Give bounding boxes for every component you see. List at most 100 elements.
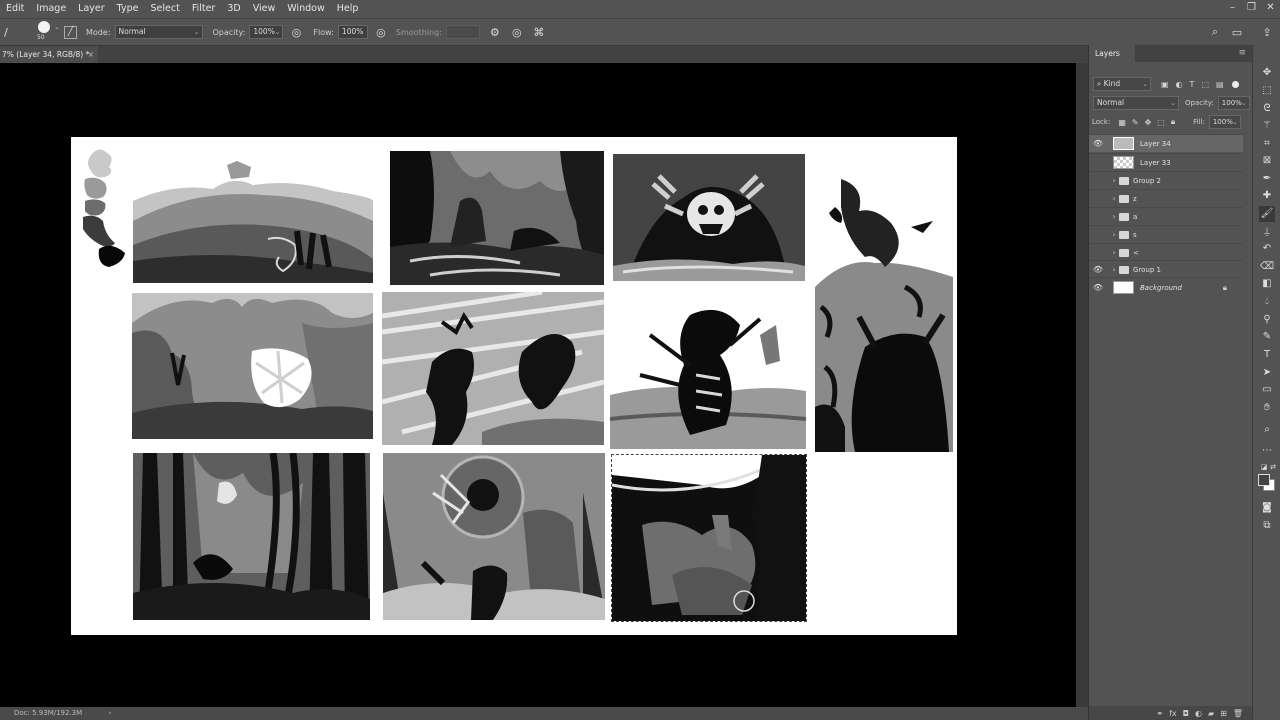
more-tools-icon[interactable]: ⋯ bbox=[1259, 443, 1275, 459]
visibility-toggle[interactable] bbox=[1089, 244, 1107, 262]
new-layer-icon[interactable]: ⊞ bbox=[1220, 709, 1227, 718]
lock-transparent-icon[interactable]: ▦ bbox=[1118, 118, 1126, 127]
menu-help[interactable]: Help bbox=[331, 0, 365, 18]
chevron-right-icon[interactable]: › bbox=[1109, 212, 1119, 221]
chevron-right-icon[interactable]: › bbox=[1109, 176, 1119, 185]
pixel-filter-icon[interactable]: ▣ bbox=[1161, 80, 1169, 89]
brush-preset-icon[interactable]: / bbox=[0, 23, 12, 41]
workspace-icon[interactable]: ▭ bbox=[1228, 23, 1246, 41]
pressure-size-icon[interactable]: ◎ bbox=[508, 23, 526, 41]
eye-icon[interactable]: 👁︎ bbox=[1089, 283, 1107, 292]
layer-row[interactable]: Layer 33 bbox=[1089, 153, 1243, 171]
eye-icon[interactable]: 👁︎ bbox=[1089, 139, 1107, 148]
history-brush-icon[interactable]: ↶ bbox=[1259, 241, 1275, 257]
lock-artboard-icon[interactable]: ⬚ bbox=[1157, 118, 1165, 127]
background-layer-row[interactable]: 👁︎ Background 🔒︎ bbox=[1089, 277, 1243, 297]
fill-field[interactable]: 100% ⌄ bbox=[1208, 115, 1241, 129]
chevron-right-icon[interactable]: › bbox=[1109, 265, 1119, 274]
smart-object-filter-icon[interactable]: ▤ bbox=[1216, 80, 1224, 89]
group-row[interactable]: › < bbox=[1089, 243, 1243, 261]
menu-select[interactable]: Select bbox=[145, 0, 186, 18]
adjustment-layer-icon[interactable]: ◐ bbox=[1195, 709, 1202, 718]
trash-icon[interactable]: 🗑︎ bbox=[1233, 709, 1243, 718]
brush-size-picker[interactable]: 50 ⌄ bbox=[32, 19, 62, 45]
group-row[interactable]: › z bbox=[1089, 189, 1243, 207]
magic-wand-icon[interactable]: ⚚ bbox=[1259, 118, 1275, 134]
visibility-toggle[interactable] bbox=[1089, 226, 1107, 244]
vertical-scrollbar[interactable] bbox=[1076, 63, 1088, 707]
airbrush-icon[interactable]: ◎ bbox=[372, 23, 390, 41]
visibility-toggle[interactable] bbox=[1089, 208, 1107, 226]
close-tab-icon[interactable]: × bbox=[88, 46, 94, 63]
menu-view[interactable]: View bbox=[247, 0, 282, 18]
visibility-toggle[interactable] bbox=[1089, 154, 1107, 172]
quick-mask-icon[interactable]: ◙ bbox=[1259, 500, 1275, 516]
document-tab[interactable]: 7% (Layer 34, RGB/8) * × bbox=[0, 46, 98, 64]
type-filter-icon[interactable]: T bbox=[1190, 80, 1195, 89]
new-group-icon[interactable]: ▰ bbox=[1208, 709, 1214, 718]
marquee-tool-icon[interactable]: ⬚ bbox=[1259, 83, 1275, 99]
layer-style-icon[interactable]: fx bbox=[1169, 709, 1177, 718]
brush-settings-panel-icon[interactable]: ╱ bbox=[64, 25, 77, 39]
add-mask-icon[interactable]: ◘ bbox=[1183, 709, 1189, 718]
swap-colors-icon[interactable]: ⇄ bbox=[1265, 459, 1280, 475]
hand-tool-icon[interactable]: ✋︎ bbox=[1259, 400, 1275, 416]
share-icon[interactable]: ⇪ bbox=[1258, 23, 1276, 41]
lock-position-icon[interactable]: ✥ bbox=[1145, 118, 1152, 127]
clone-stamp-icon[interactable]: ⍊ bbox=[1259, 224, 1275, 240]
crop-tool-icon[interactable]: ⌗ bbox=[1259, 136, 1275, 152]
foreground-color-icon[interactable] bbox=[1258, 474, 1270, 486]
adjustment-filter-icon[interactable]: ◐ bbox=[1176, 80, 1183, 89]
menu-type[interactable]: Type bbox=[111, 0, 145, 18]
eraser-icon[interactable]: ⌫ bbox=[1259, 259, 1275, 275]
group-row[interactable]: › s bbox=[1089, 225, 1243, 243]
link-layers-icon[interactable]: ⚭ bbox=[1156, 709, 1163, 718]
move-tool-icon[interactable]: ✥ bbox=[1259, 65, 1275, 81]
minimize-icon[interactable]: – bbox=[1223, 0, 1242, 18]
blur-tool-icon[interactable]: 💧︎ bbox=[1259, 294, 1275, 310]
group-row[interactable]: 👁︎ › Group 1 bbox=[1089, 260, 1243, 278]
menu-window[interactable]: Window bbox=[281, 0, 330, 18]
flow-field[interactable]: 100% ⌄ bbox=[337, 25, 368, 39]
opacity-field[interactable]: 100% ⌄ bbox=[249, 25, 284, 39]
blend-mode-dropdown[interactable]: Normal ⌄ bbox=[1093, 96, 1179, 110]
restore-icon[interactable]: ❐ bbox=[1242, 0, 1261, 18]
canvas[interactable] bbox=[71, 137, 957, 635]
lock-image-icon[interactable]: ✎ bbox=[1132, 118, 1139, 127]
visibility-toggle[interactable] bbox=[1089, 172, 1107, 190]
lasso-tool-icon[interactable]: ᘓ bbox=[1259, 101, 1275, 117]
chevron-right-icon[interactable]: › bbox=[1109, 194, 1119, 203]
eyedropper-icon[interactable]: ✒ bbox=[1259, 171, 1275, 187]
type-tool-icon[interactable]: T bbox=[1259, 347, 1275, 363]
screen-mode-icon[interactable]: ⧉ bbox=[1259, 518, 1275, 534]
status-menu-arrow-icon[interactable]: › bbox=[108, 709, 111, 717]
pressure-opacity-icon[interactable]: ◎ bbox=[287, 23, 305, 41]
brush-tool-icon[interactable]: 🖌︎ bbox=[1259, 206, 1275, 222]
panel-menu-icon[interactable]: ≡ bbox=[1238, 48, 1246, 58]
layers-tab[interactable]: Layers bbox=[1089, 45, 1135, 62]
group-row[interactable]: › Group 2 bbox=[1089, 171, 1243, 189]
gradient-tool-icon[interactable]: ◧ bbox=[1259, 276, 1275, 292]
healing-brush-icon[interactable]: ✚ bbox=[1259, 188, 1275, 204]
menu-edit[interactable]: Edit bbox=[0, 0, 30, 18]
menu-filter[interactable]: Filter bbox=[186, 0, 222, 18]
mode-dropdown[interactable]: Normal ⌄ bbox=[114, 25, 203, 39]
lock-all-icon[interactable]: 🔒︎ bbox=[1171, 117, 1175, 127]
frame-tool-icon[interactable]: ⊠ bbox=[1259, 153, 1275, 169]
chevron-right-icon[interactable]: › bbox=[1109, 230, 1119, 239]
search-icon[interactable]: ⌕ bbox=[1206, 23, 1224, 41]
path-select-icon[interactable]: ➤ bbox=[1259, 365, 1275, 381]
menu-image[interactable]: Image bbox=[30, 0, 72, 18]
smoothing-field[interactable] bbox=[445, 25, 480, 39]
shape-filter-icon[interactable]: ⬚ bbox=[1201, 80, 1209, 89]
symmetry-icon[interactable]: ⌘ bbox=[530, 23, 548, 41]
visibility-toggle[interactable] bbox=[1089, 190, 1107, 208]
pen-tool-icon[interactable]: ✎ bbox=[1259, 329, 1275, 345]
group-row[interactable]: › a bbox=[1089, 207, 1243, 225]
kind-filter-dropdown[interactable]: ⌕ Kind ⌄ bbox=[1093, 77, 1151, 91]
layer-opacity-field[interactable]: 100% ⌄ bbox=[1217, 96, 1250, 110]
menu-3d[interactable]: 3D bbox=[221, 0, 246, 18]
menu-layer[interactable]: Layer bbox=[72, 0, 111, 18]
eye-icon[interactable]: 👁︎ bbox=[1089, 265, 1107, 274]
zoom-tool-icon[interactable]: ⌕ bbox=[1259, 422, 1275, 438]
